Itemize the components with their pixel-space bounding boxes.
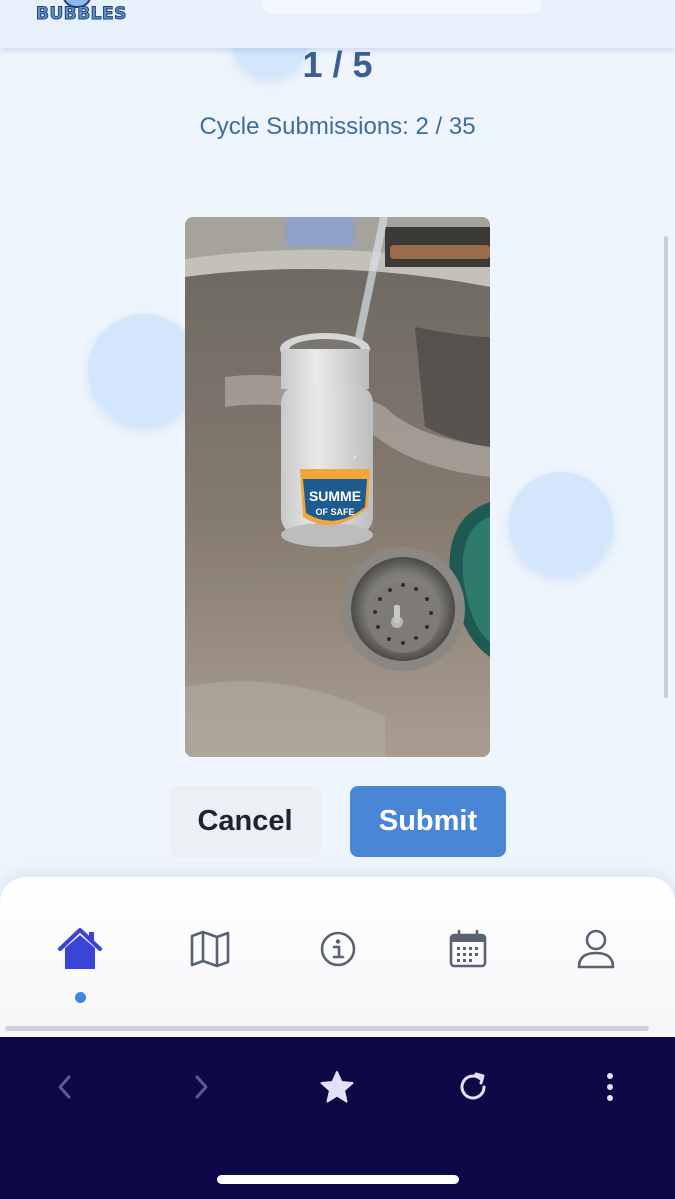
bottom-navigation: [0, 877, 675, 1037]
forward-icon: [195, 1075, 208, 1099]
back-icon: [58, 1075, 71, 1099]
cancel-button[interactable]: Cancel: [169, 786, 321, 857]
decorative-bubble: [88, 314, 200, 426]
active-nav-indicator: [75, 992, 86, 1003]
app-page: BUBBLES 1 / 5 Cycle Submissions: 2 / 35: [0, 0, 675, 1199]
browser-toolbar: [0, 1037, 675, 1199]
browser-forward-button[interactable]: [176, 1067, 226, 1107]
nav-scroll-track: [5, 1026, 649, 1031]
home-icon: [58, 928, 102, 969]
calendar-icon: [449, 929, 487, 968]
submission-photo: SUMME OF SAFE: [185, 217, 490, 757]
nav-profile[interactable]: [566, 925, 626, 973]
page-scrollbar[interactable]: [664, 236, 668, 698]
submission-progress: 1 / 5: [302, 44, 373, 85]
browser-more-button[interactable]: [585, 1067, 635, 1107]
nav-calendar[interactable]: [438, 925, 498, 973]
browser-bookmark-button[interactable]: [312, 1067, 362, 1107]
submit-button[interactable]: Submit: [350, 786, 506, 857]
cycle-submissions-label: Cycle Submissions: 2 / 35: [199, 113, 476, 140]
nav-info[interactable]: [308, 925, 368, 973]
header-search-pill: [262, 0, 542, 14]
info-icon: [320, 931, 356, 967]
home-indicator[interactable]: [217, 1175, 459, 1184]
browser-reload-button[interactable]: [448, 1067, 498, 1107]
profile-icon: [577, 929, 615, 969]
decorative-bubble: [509, 472, 613, 576]
more-icon: [607, 1073, 613, 1101]
map-icon: [190, 930, 230, 968]
nav-home[interactable]: [50, 925, 110, 973]
app-header: BUBBLES: [0, 0, 675, 48]
nav-map[interactable]: [180, 925, 240, 973]
reload-icon: [460, 1072, 486, 1100]
sticker-text-line2: OF SAFE: [315, 507, 354, 517]
app-logo[interactable]: BUBBLES: [36, 4, 127, 25]
bookmark-star-icon: [320, 1071, 354, 1103]
sticker-text-line1: SUMME: [309, 488, 361, 504]
browser-back-button[interactable]: [40, 1067, 90, 1107]
